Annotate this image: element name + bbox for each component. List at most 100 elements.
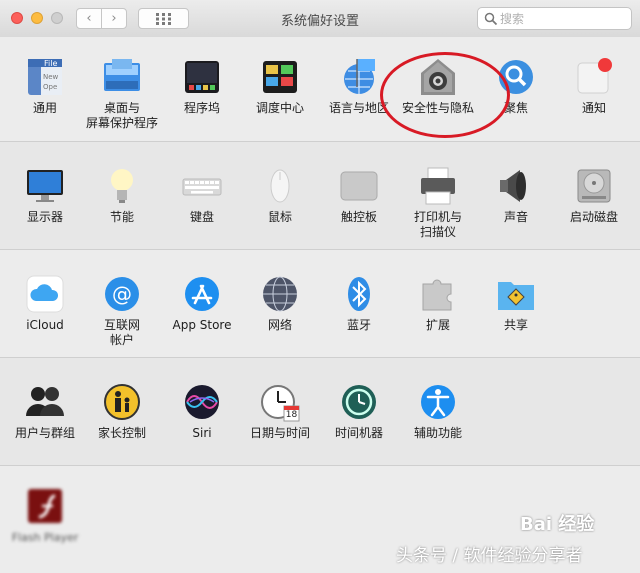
pref-label: 蓝牙 [346, 318, 371, 332]
pref-label: Flash Player [11, 531, 79, 544]
pref-keyboard[interactable]: 键盘 [160, 166, 244, 225]
pref-desktop[interactable]: 桌面与 屏幕保护程序 [80, 57, 164, 131]
users-icon [25, 382, 65, 422]
pref-label: 通用 [32, 101, 57, 115]
pref-label: 显示器 [26, 210, 63, 224]
accessibility-icon [418, 382, 458, 422]
time-machine-icon [339, 382, 379, 422]
dock-icon [182, 57, 222, 97]
pref-label: 互联网 帐户 [103, 318, 140, 347]
pref-time-machine[interactable]: 时间机器 [317, 382, 401, 441]
calendar-day: 18 [285, 410, 298, 420]
pref-mission-control[interactable]: 调度中心 [238, 57, 322, 116]
pref-flash-player[interactable]: Flash Player [3, 486, 87, 545]
extensions-icon [418, 274, 458, 314]
pref-label: 桌面与 屏幕保护程序 [85, 101, 158, 130]
pref-label: 调度中心 [255, 101, 304, 115]
notifications-icon [574, 57, 614, 97]
pref-label: 声音 [503, 210, 528, 224]
pref-label: 程序坞 [183, 101, 220, 115]
pref-bluetooth[interactable]: 蓝牙 [317, 274, 401, 333]
pref-label: App Store [172, 318, 232, 332]
energy-icon [102, 166, 142, 206]
pref-label: iCloud [26, 318, 64, 332]
pref-icloud[interactable]: iCloud [3, 274, 87, 333]
pref-security[interactable]: 安全性与隐私 [396, 57, 480, 116]
internet-accounts-icon: @ [102, 274, 142, 314]
pref-parental[interactable]: 家长控制 [80, 382, 164, 441]
pref-dock[interactable]: 程序坞 [160, 57, 244, 116]
pref-row-personal: File New Ope 通用 桌面与 屏幕保护程序 程序坞 调度中心 语言与地区 … [0, 37, 640, 142]
pref-siri[interactable]: Siri [160, 382, 244, 441]
svg-text:New: New [43, 73, 59, 81]
parental-icon [102, 382, 142, 422]
pref-label: Siri [192, 426, 212, 440]
pref-label: 语言与地区 [328, 101, 389, 115]
pref-extensions[interactable]: 扩展 [396, 274, 480, 333]
pref-date-time[interactable]: 18 日期与时间 [238, 382, 322, 441]
pref-label: 日期与时间 [249, 426, 310, 440]
window-titlebar: ‹ › 系统偏好设置 [0, 0, 640, 38]
pref-printer[interactable]: 打印机与 扫描仪 [396, 166, 480, 240]
pref-label: 安全性与隐私 [401, 101, 474, 115]
pref-label: 打印机与 扫描仪 [413, 210, 462, 239]
pref-label: 鼠标 [267, 210, 292, 224]
pref-label: 网络 [267, 318, 292, 332]
source-watermark: 头条号 / 软件经验分享者 [396, 546, 583, 566]
pref-label: 辅助功能 [413, 426, 462, 440]
pref-general[interactable]: File New Ope 通用 [3, 57, 87, 116]
pref-notifications[interactable]: 通知 [552, 57, 636, 116]
pref-label: 触控板 [340, 210, 377, 224]
spotlight-icon [496, 57, 536, 97]
language-icon [339, 57, 379, 97]
pref-row-hardware: 显示器 节能 键盘 鼠标 触控板 打印机与 扫描仪 声音 启动磁盘 [0, 142, 640, 250]
search-field[interactable] [477, 7, 632, 30]
sound-icon [496, 166, 536, 206]
pref-label: 启动磁盘 [569, 210, 618, 224]
mission-control-icon [260, 57, 300, 97]
mouse-icon [260, 166, 300, 206]
printer-icon [418, 166, 458, 206]
pref-label: 聚焦 [503, 101, 528, 115]
startup-disk-icon [574, 166, 614, 206]
date-time-icon: 18 [260, 382, 300, 422]
pref-trackpad[interactable]: 触控板 [317, 166, 401, 225]
flash-icon [25, 486, 65, 526]
pref-label: 节能 [109, 210, 134, 224]
pref-label: 共享 [503, 318, 528, 332]
pref-sharing[interactable]: 共享 [474, 274, 558, 333]
pref-label: 通知 [581, 101, 606, 115]
icloud-icon [25, 274, 65, 314]
pref-label: 键盘 [189, 210, 214, 224]
trackpad-icon [339, 166, 379, 206]
general-icon: File New Ope [25, 57, 65, 97]
pref-label: 时间机器 [334, 426, 383, 440]
search-icon [484, 12, 498, 26]
pref-language[interactable]: 语言与地区 [317, 57, 401, 116]
pref-spotlight[interactable]: 聚焦 [474, 57, 558, 116]
pref-startup-disk[interactable]: 启动磁盘 [552, 166, 636, 225]
pref-network[interactable]: 网络 [238, 274, 322, 333]
pref-label: 家长控制 [97, 426, 146, 440]
pref-label: 用户与群组 [14, 426, 75, 440]
pref-app-store[interactable]: App Store [160, 274, 244, 333]
pref-sound[interactable]: 声音 [474, 166, 558, 225]
pref-users[interactable]: 用户与群组 [3, 382, 87, 441]
svg-text:File: File [44, 59, 57, 68]
pref-display[interactable]: 显示器 [3, 166, 87, 225]
pref-accessibility[interactable]: 辅助功能 [396, 382, 480, 441]
baidu-watermark: Bai 经验 [520, 514, 595, 535]
search-input[interactable] [500, 10, 625, 27]
desktop-icon [102, 57, 142, 97]
pref-row-internet: iCloud @ 互联网 帐户 App Store 网络 蓝牙 扩展 共享 [0, 250, 640, 358]
pref-energy[interactable]: 节能 [80, 166, 164, 225]
pref-internet-accounts[interactable]: @ 互联网 帐户 [80, 274, 164, 348]
pref-row-system: 用户与群组 家长控制 Siri 18 日期与时间 时间机器 辅助功能 [0, 358, 640, 466]
display-icon [25, 166, 65, 206]
keyboard-icon [182, 166, 222, 206]
pref-mouse[interactable]: 鼠标 [238, 166, 322, 225]
app-store-icon [182, 274, 222, 314]
bluetooth-icon [339, 274, 379, 314]
sharing-icon [496, 274, 536, 314]
security-icon [418, 57, 458, 97]
